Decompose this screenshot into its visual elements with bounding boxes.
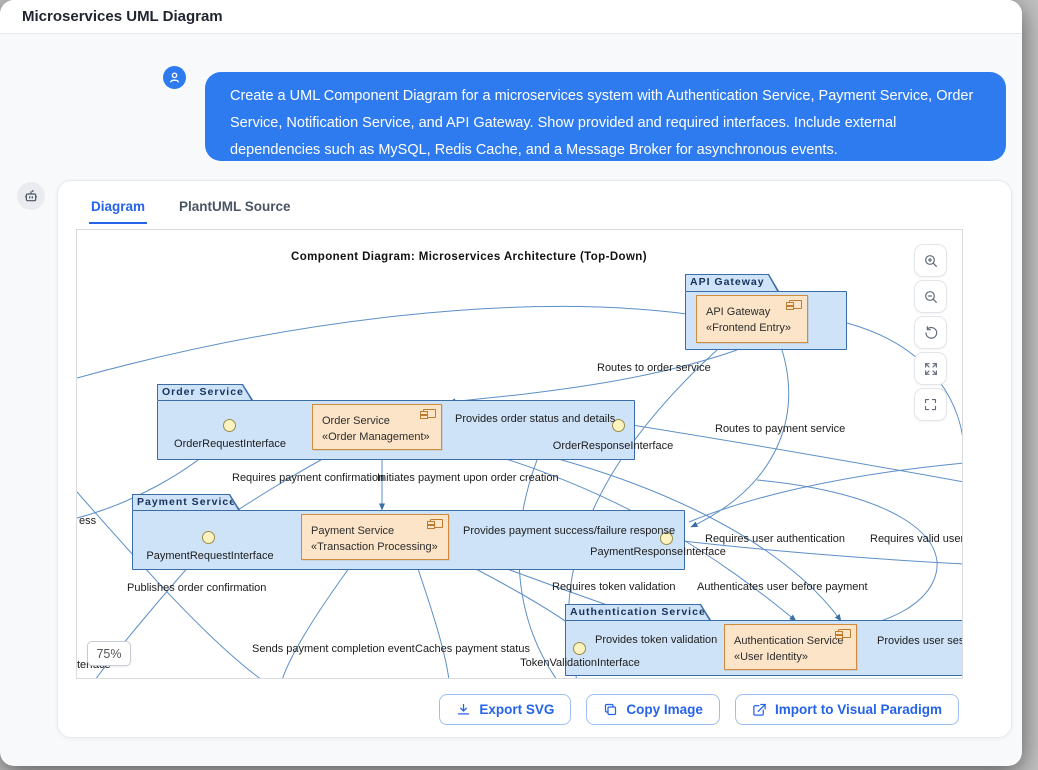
diagram-viewport[interactable]: Component Diagram: Microservices Archite… <box>76 229 963 679</box>
app-window: Microservices UML Diagram Create a UML C… <box>0 0 1022 766</box>
interface-label: PaymentRequestInterface <box>130 550 290 562</box>
download-icon <box>456 702 471 717</box>
edge-label: Sends payment completion event <box>252 643 415 655</box>
import-to-visual-paradigm-button[interactable]: Import to Visual Paradigm <box>735 694 959 725</box>
edge-label: Caches payment status <box>415 643 530 655</box>
package-payment-service-label: Payment Service <box>133 495 238 510</box>
interface-circle-token-validation <box>573 642 586 655</box>
tab-plantuml-source[interactable]: PlantUML Source <box>177 193 293 224</box>
package-api-gateway-tab: API Gateway <box>685 274 779 291</box>
edge-label: Requires user authentication <box>705 533 845 545</box>
tab-bar: Diagram PlantUML Source <box>89 193 293 224</box>
edge-label: Provides token validation <box>595 634 717 646</box>
component-order-service: Order Service «Order Management» <box>312 404 442 450</box>
edge-label: Provides payment success/failure respons… <box>463 525 675 537</box>
package-authentication-service-tab: Authentication Service <box>565 604 711 620</box>
zoom-in-button[interactable] <box>914 244 947 277</box>
interface-label: OrderResponseInterface <box>533 440 693 452</box>
bot-avatar <box>17 182 45 210</box>
edge-label: Requires valid user s <box>870 533 963 545</box>
edge-label: Routes to order service <box>597 362 711 374</box>
component-authentication-service: Authentication Service «User Identity» <box>724 624 857 670</box>
fullscreen-icon <box>923 397 938 412</box>
fullscreen-button[interactable] <box>914 388 947 421</box>
edge-label: Publishes order confirmation <box>127 582 266 594</box>
footer-actions: Export SVG Copy Image Im <box>439 694 959 725</box>
edge-label-clipped: Provides user sessio <box>877 635 963 647</box>
zoom-controls <box>914 244 947 421</box>
copy-icon <box>603 702 618 717</box>
zoom-out-icon <box>923 289 939 305</box>
zoom-level-badge: 75% <box>87 641 131 666</box>
edge-label: Provides order status and details <box>455 413 615 425</box>
robot-icon <box>23 188 39 204</box>
edge-label-clipped: ess <box>79 515 96 527</box>
package-order-service-label: Order Service <box>158 385 251 400</box>
fit-to-screen-button[interactable] <box>914 352 947 385</box>
interface-label: PaymentResponseInterface <box>578 546 738 558</box>
component-icon <box>423 409 436 418</box>
interface-circle-payment-request <box>202 531 215 544</box>
edge-label: Authenticates user before payment <box>697 581 868 593</box>
result-card: Diagram PlantUML Source <box>57 180 1012 738</box>
reset-view-button[interactable] <box>914 316 947 349</box>
interface-label: OrderRequestInterface <box>150 438 310 450</box>
interface-label: TokenValidationInterface <box>500 657 660 669</box>
reset-rotate-icon <box>923 325 939 341</box>
diagram-title: Component Diagram: Microservices Archite… <box>269 251 669 263</box>
page-title: Microservices UML Diagram <box>22 8 223 25</box>
zoom-out-button[interactable] <box>914 280 947 313</box>
titlebar: Microservices UML Diagram <box>0 0 1022 34</box>
external-link-icon <box>752 702 767 717</box>
person-icon <box>168 71 181 84</box>
package-authentication-service-label: Authentication Service <box>566 605 709 620</box>
copy-image-button[interactable]: Copy Image <box>586 694 720 725</box>
package-order-service-tab: Order Service <box>157 384 253 400</box>
component-api-gateway: API Gateway «Frontend Entry» <box>696 295 808 343</box>
edge-label: Requires payment confirmation <box>232 472 384 484</box>
export-svg-button[interactable]: Export SVG <box>439 694 571 725</box>
package-payment-service-tab: Payment Service <box>132 494 240 510</box>
tab-diagram[interactable]: Diagram <box>89 193 147 224</box>
expand-arrows-icon <box>923 361 939 377</box>
component-icon <box>838 629 851 638</box>
user-message-bubble: Create a UML Component Diagram for a mic… <box>205 72 1006 161</box>
component-icon <box>430 519 443 528</box>
user-avatar <box>163 66 186 89</box>
interface-circle-order-request <box>223 419 236 432</box>
edge-label: Routes to payment service <box>715 423 845 435</box>
component-icon <box>789 300 802 309</box>
zoom-in-icon <box>923 253 939 269</box>
edge-label: Initiates payment upon order creation <box>377 472 559 484</box>
package-api-gateway-label: API Gateway <box>686 275 777 291</box>
edge-label: Requires token validation <box>552 581 676 593</box>
component-payment-service: Payment Service «Transaction Processing» <box>301 514 449 560</box>
